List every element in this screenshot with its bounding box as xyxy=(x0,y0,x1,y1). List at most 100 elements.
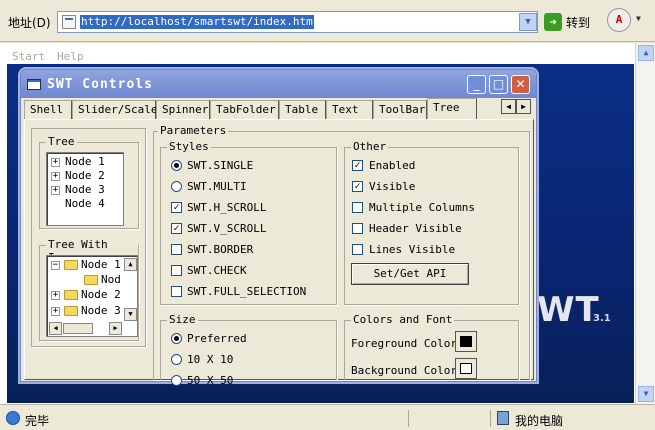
radio-size-10x10[interactable] xyxy=(171,354,182,365)
tree-node[interactable]: Node 3 xyxy=(65,183,105,196)
tab-tree[interactable]: Tree xyxy=(427,98,477,119)
tree-node[interactable]: Node 1 xyxy=(81,258,121,271)
tree-node[interactable]: Node 1 xyxy=(65,155,105,168)
tree-control[interactable]: + Node 1 + Node 2 + Node 3 Node 4 xyxy=(46,152,124,226)
status-bar: 完毕 我的电脑 xyxy=(0,404,655,430)
scroll-right-icon[interactable]: ▶ xyxy=(109,322,122,335)
check-header-visible[interactable] xyxy=(352,223,363,234)
expand-icon[interactable]: + xyxy=(51,186,60,195)
tree-node[interactable]: Nod xyxy=(101,273,121,286)
size-label: Preferred xyxy=(187,332,247,345)
address-dropdown-chevron-icon[interactable]: ▼ xyxy=(519,13,537,31)
tree-node[interactable]: Node 2 xyxy=(81,288,121,301)
folder-open-icon xyxy=(64,260,78,270)
menu-start[interactable]: Start xyxy=(12,50,45,63)
address-url: http://localhost/smartswt/index.htm xyxy=(80,15,314,29)
parameters-title: Parameters xyxy=(158,124,229,137)
status-divider xyxy=(408,410,409,427)
tab-slider-scale[interactable]: Slider/Scale xyxy=(72,100,157,119)
menu-help[interactable]: Help xyxy=(57,50,84,63)
style-label: SWT.H_SCROLL xyxy=(187,201,267,214)
tree-node[interactable]: Node 4 xyxy=(65,197,105,210)
tree-node[interactable]: Node 2 xyxy=(65,169,105,182)
tab-text[interactable]: Text xyxy=(326,100,373,119)
style-label: SWT.BORDER xyxy=(187,243,254,256)
tree-with-image-group: Tree With Image − Node 1 Nod + Node 2 + … xyxy=(39,238,139,341)
background-color-button[interactable] xyxy=(455,358,477,379)
expand-icon[interactable]: + xyxy=(51,291,60,300)
size-group: Size Preferred 10 X 10 50 X 50 xyxy=(160,313,337,387)
address-label: 地址(D) xyxy=(8,16,51,30)
folder-icon xyxy=(64,306,78,316)
check-swt-h-scroll[interactable]: ✓ xyxy=(171,202,182,213)
check-visible[interactable]: ✓ xyxy=(352,181,363,192)
tab-toolbar[interactable]: ToolBar xyxy=(373,100,427,119)
expand-icon[interactable]: + xyxy=(51,172,60,181)
scroll-left-icon[interactable]: ◀ xyxy=(49,322,62,335)
foreground-color-swatch xyxy=(460,336,472,347)
other-group: Other ✓ Enabled ✓ Visible Multiple Colum… xyxy=(344,140,519,305)
window-titlebar[interactable]: SWT Controls _ □ ✕ xyxy=(21,70,536,98)
size-label: 50 X 50 xyxy=(187,374,234,387)
tab-table[interactable]: Table xyxy=(279,100,326,119)
tree-group-title: Tree xyxy=(46,135,77,148)
minimize-button[interactable]: _ xyxy=(467,75,486,94)
tab-spinner[interactable]: Spinner xyxy=(156,100,210,119)
radio-size-50x50[interactable] xyxy=(171,375,182,386)
folder-icon xyxy=(84,275,98,285)
style-label: SWT.V_SCROLL xyxy=(187,222,267,235)
foreground-color-button[interactable] xyxy=(455,331,477,352)
swt-version: 3.1 xyxy=(593,313,611,324)
tab-scroll-left-icon[interactable]: ◀ xyxy=(501,99,516,114)
check-swt-check[interactable] xyxy=(171,265,182,276)
check-multiple-columns[interactable] xyxy=(352,202,363,213)
other-title: Other xyxy=(351,140,389,153)
check-swt-full-selection[interactable] xyxy=(171,286,182,297)
check-lines-visible[interactable] xyxy=(352,244,363,255)
other-label: Header Visible xyxy=(369,222,462,235)
go-button[interactable]: 转到 xyxy=(566,14,590,31)
background-color-label: Background Color xyxy=(351,364,457,377)
swt-logo: WT xyxy=(537,290,600,330)
zone-text: 我的电脑 xyxy=(515,414,564,428)
radio-swt-single[interactable] xyxy=(171,160,182,171)
expand-icon[interactable]: + xyxy=(51,158,60,167)
address-input[interactable]: http://localhost/smartswt/index.htm ▼ xyxy=(57,11,538,33)
expand-icon[interactable]: + xyxy=(51,307,60,316)
scroll-down-icon[interactable]: ▼ xyxy=(124,308,137,321)
image-tree-control[interactable]: − Node 1 Nod + Node 2 + Node 3 ▲ ▼ ◀ ▶ xyxy=(46,255,138,337)
tab-tabfolder[interactable]: TabFolder xyxy=(210,100,279,119)
collapse-icon[interactable]: − xyxy=(51,261,60,270)
swt-controls-window: SWT Controls _ □ ✕ Shell Slider/Scale Sp… xyxy=(20,69,537,387)
check-swt-border[interactable] xyxy=(171,244,182,255)
scroll-down-icon[interactable]: ▼ xyxy=(638,386,654,402)
tab-content: Tree + Node 1 + Node 2 + Node 3 Node 4 T… xyxy=(24,119,534,387)
close-button[interactable]: ✕ xyxy=(511,75,530,94)
maximize-button[interactable]: □ xyxy=(489,75,508,94)
tab-shell[interactable]: Shell xyxy=(24,100,72,119)
window-icon xyxy=(27,79,41,90)
set-get-api-button[interactable]: Set/Get API xyxy=(351,263,469,285)
scroll-up-icon[interactable]: ▲ xyxy=(638,45,654,61)
ie-page-icon xyxy=(6,411,20,425)
foreground-color-label: Foreground Color xyxy=(351,337,457,350)
colors-font-group: Colors and Font Foreground Color Backgro… xyxy=(344,313,519,380)
go-arrow-icon[interactable]: ➜ xyxy=(544,13,562,31)
pdf-dropdown-icon[interactable]: ▼ xyxy=(636,14,641,23)
other-label: Visible xyxy=(369,180,416,193)
other-label: Enabled xyxy=(369,159,416,172)
page-scrollbar[interactable]: ▲ ▼ xyxy=(635,43,655,404)
tab-scroll-right-icon[interactable]: ▶ xyxy=(516,99,531,114)
scroll-up-icon[interactable]: ▲ xyxy=(124,258,137,271)
horizontal-scroll-thumb[interactable] xyxy=(63,323,93,334)
pdf-icon[interactable]: A xyxy=(607,8,631,32)
check-swt-v-scroll[interactable]: ✓ xyxy=(171,223,182,234)
style-label: SWT.MULTI xyxy=(187,180,247,193)
radio-swt-multi[interactable] xyxy=(171,181,182,192)
size-title: Size xyxy=(167,313,198,326)
size-label: 10 X 10 xyxy=(187,353,234,366)
tree-node[interactable]: Node 3 xyxy=(81,304,121,317)
style-label: SWT.SINGLE xyxy=(187,159,254,172)
radio-size-preferred[interactable] xyxy=(171,333,182,344)
check-enabled[interactable]: ✓ xyxy=(352,160,363,171)
